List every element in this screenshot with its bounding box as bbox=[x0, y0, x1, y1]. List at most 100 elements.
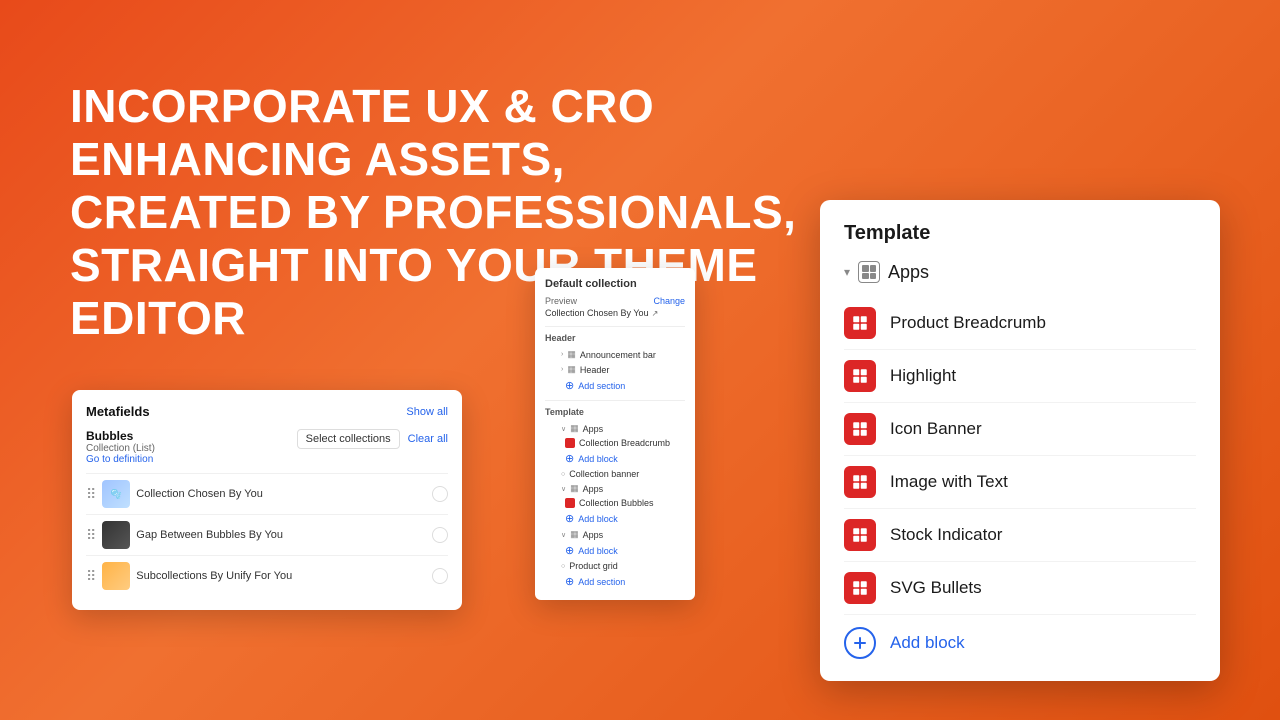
metafields-title: Metafields bbox=[86, 404, 150, 419]
item-thumb bbox=[102, 562, 130, 590]
theme-panel-card: Default collection Preview Change Collec… bbox=[535, 268, 695, 600]
tree-item-announcement[interactable]: › ▦ Announcement bar bbox=[545, 347, 685, 362]
item-label: Highlight bbox=[890, 366, 956, 386]
item-thumb: 🫧 bbox=[102, 480, 130, 508]
go-definition-link[interactable]: Go to definition bbox=[86, 454, 155, 465]
plus-icon: ⊕ bbox=[565, 379, 574, 392]
chevron-icon: ○ bbox=[561, 563, 565, 570]
tree-item-collection-bubbles[interactable]: Collection Bubbles bbox=[545, 496, 685, 510]
add-block-button2[interactable]: ⊕ Add block bbox=[545, 510, 685, 527]
app-icon bbox=[565, 438, 575, 448]
list-item: ⠿ Gap Between Bubbles By You bbox=[86, 514, 448, 555]
app-icon-red bbox=[844, 572, 876, 604]
main-headline: INCORPORATE UX & CRO ENHANCING ASSETS, C… bbox=[70, 80, 820, 344]
item-options-icon[interactable] bbox=[432, 568, 448, 584]
item-options-icon[interactable] bbox=[432, 527, 448, 543]
header-section-label: Header bbox=[545, 333, 685, 343]
chevron-icon: ∨ bbox=[561, 485, 566, 493]
add-block-button3[interactable]: ⊕ Add block bbox=[545, 542, 685, 559]
template-section-label: Template bbox=[545, 407, 685, 417]
item-thumb bbox=[102, 521, 130, 549]
add-block-label: Add block bbox=[578, 454, 618, 464]
drag-icon: ⠿ bbox=[86, 568, 96, 585]
chevron-icon: ○ bbox=[561, 471, 565, 478]
show-all-link[interactable]: Show all bbox=[406, 406, 448, 418]
list-item: ⠿ 🫧 Collection Chosen By You bbox=[86, 473, 448, 514]
grid-icon: ▦ bbox=[567, 349, 576, 360]
add-section-label2: Add section bbox=[578, 577, 625, 587]
chevron-icon: ∨ bbox=[561, 425, 566, 433]
template-item-icon-banner[interactable]: Icon Banner bbox=[844, 403, 1196, 456]
item-name: Subcollections By Unify For You bbox=[136, 570, 426, 582]
select-collections-button[interactable]: Select collections bbox=[297, 429, 400, 449]
preview-value: Collection Chosen By You bbox=[545, 308, 649, 318]
drag-icon: ⠿ bbox=[86, 527, 96, 544]
plus-icon: ⊕ bbox=[565, 512, 574, 525]
chevron-icon: › bbox=[561, 366, 563, 373]
template-item-image-with-text[interactable]: Image with Text bbox=[844, 456, 1196, 509]
chevron-down-icon: ▾ bbox=[844, 265, 850, 279]
grid-icon: ▦ bbox=[570, 483, 579, 494]
list-item: ⠿ Subcollections By Unify For You bbox=[86, 555, 448, 596]
clear-all-link[interactable]: Clear all bbox=[408, 433, 448, 445]
change-link[interactable]: Change bbox=[653, 296, 685, 306]
tree-item-apps3[interactable]: ∨ ▦ Apps bbox=[545, 527, 685, 542]
add-section-button2[interactable]: ⊕ Add section bbox=[545, 573, 685, 590]
item-label: Stock Indicator bbox=[890, 525, 1002, 545]
apps-label: Apps bbox=[888, 262, 929, 283]
chevron-icon: › bbox=[561, 351, 563, 358]
template-item-highlight[interactable]: Highlight bbox=[844, 350, 1196, 403]
add-block-label: Add block bbox=[578, 546, 618, 556]
tree-item-label: Product grid bbox=[569, 561, 618, 571]
app-icon-red bbox=[844, 307, 876, 339]
add-block-button1[interactable]: ⊕ Add block bbox=[545, 450, 685, 467]
plus-icon: ⊕ bbox=[565, 544, 574, 557]
headline-line3: STRAIGHT INTO YOUR THEME EDITOR bbox=[70, 239, 820, 345]
item-name: Gap Between Bubbles By You bbox=[136, 529, 426, 541]
grid-icon bbox=[858, 261, 880, 283]
tree-item-apps2[interactable]: ∨ ▦ Apps bbox=[545, 481, 685, 496]
panel-section-title: Default collection bbox=[545, 278, 685, 290]
item-name: Collection Chosen By You bbox=[136, 488, 426, 500]
preview-label: Preview bbox=[545, 296, 577, 306]
field-type: Collection (List) bbox=[86, 443, 155, 454]
add-block-button[interactable]: Add block bbox=[890, 633, 965, 653]
plus-icon: ⊕ bbox=[565, 575, 574, 588]
tree-item-label: Header bbox=[580, 365, 610, 375]
app-icon bbox=[565, 498, 575, 508]
tree-item-label: Apps bbox=[583, 424, 604, 434]
tree-item-product-grid[interactable]: ○ Product grid bbox=[545, 559, 685, 573]
external-link-icon: ↗ bbox=[652, 309, 659, 318]
apps-row: ▾ Apps bbox=[844, 261, 1196, 283]
item-options-icon[interactable] bbox=[432, 486, 448, 502]
item-label: SVG Bullets bbox=[890, 578, 982, 598]
tree-item-label: Collection banner bbox=[569, 469, 639, 479]
headline-line2: CREATED BY PROFESSIONALS, bbox=[70, 186, 820, 239]
grid-icon: ▦ bbox=[567, 364, 576, 375]
add-block-label: Add block bbox=[578, 514, 618, 524]
app-icon-red bbox=[844, 519, 876, 551]
template-item-product-breadcrumb[interactable]: Product Breadcrumb bbox=[844, 297, 1196, 350]
template-item-svg-bullets[interactable]: SVG Bullets bbox=[844, 562, 1196, 615]
plus-icon: ⊕ bbox=[565, 452, 574, 465]
tree-item-label: Apps bbox=[583, 530, 604, 540]
app-icon-red bbox=[844, 360, 876, 392]
item-label: Image with Text bbox=[890, 472, 1008, 492]
template-item-stock-indicator[interactable]: Stock Indicator bbox=[844, 509, 1196, 562]
tree-item-label: Collection Breadcrumb bbox=[579, 438, 670, 448]
grid-icon: ▦ bbox=[570, 529, 579, 540]
headline-line1: INCORPORATE UX & CRO ENHANCING ASSETS, bbox=[70, 80, 820, 186]
tree-item-label: Apps bbox=[583, 484, 604, 494]
template-heading: Template bbox=[844, 222, 1196, 245]
add-section-label: Add section bbox=[578, 381, 625, 391]
tree-item-header[interactable]: › ▦ Header bbox=[545, 362, 685, 377]
tree-item-collection-banner[interactable]: ○ Collection banner bbox=[545, 467, 685, 481]
tree-item-apps1[interactable]: ∨ ▦ Apps bbox=[545, 421, 685, 436]
chevron-icon: ∨ bbox=[561, 531, 566, 539]
tree-item-label: Collection Bubbles bbox=[579, 498, 654, 508]
tree-item-label: Announcement bar bbox=[580, 350, 656, 360]
template-card: Template ▾ Apps Product Breadcrumb Highl… bbox=[820, 200, 1220, 681]
tree-item-collection-breadcrumb[interactable]: Collection Breadcrumb bbox=[545, 436, 685, 450]
add-section-button[interactable]: ⊕ Add section bbox=[545, 377, 685, 394]
item-label: Product Breadcrumb bbox=[890, 313, 1046, 333]
